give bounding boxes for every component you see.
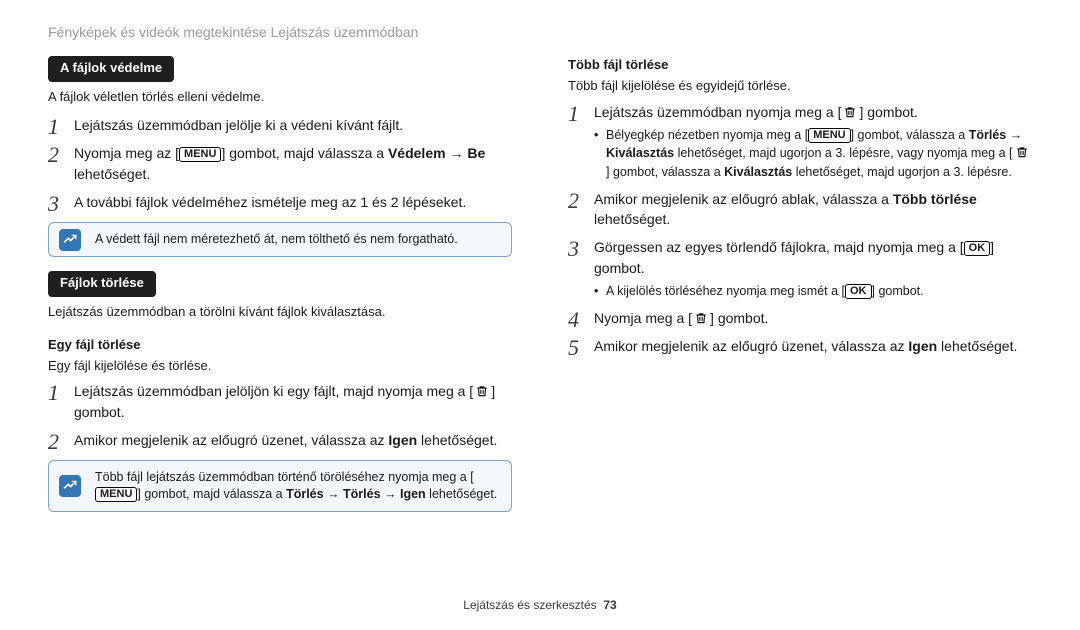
page-number: 73	[603, 598, 616, 612]
sub-bullets: A kijelölés törléséhez nyomja meg ismét …	[594, 282, 1032, 300]
step-number: 1	[568, 98, 579, 130]
text-fragment: Nyomja meg az [	[74, 145, 179, 161]
sub-bullet: Bélyegkép nézetben nyomja meg a [MENU] g…	[594, 126, 1032, 180]
ok-button-icon: OK	[845, 284, 872, 299]
protect-step-3: A további fájlok védelméhez ismételje me…	[74, 194, 466, 210]
step-number: 2	[48, 139, 59, 171]
multi-file-steps: 1 Lejátszás üzemmódban nyomja meg a [] g…	[568, 102, 1032, 357]
section-pill-delete: Fájlok törlése	[48, 271, 156, 297]
text-fragment: Amikor megjelenik az előugró üzenet, vál…	[594, 338, 908, 354]
step-number: 3	[568, 233, 579, 265]
one-file-steps: 1 Lejátszás üzemmódban jelöljön ki egy f…	[48, 381, 512, 450]
text-fragment: ] gombot, válassza a	[851, 128, 969, 142]
text-bold: Igen	[908, 338, 937, 354]
step-number: 2	[568, 185, 579, 217]
protect-intro: A fájlok véletlen törlés elleni védelme.	[48, 88, 512, 107]
note-icon	[59, 229, 81, 251]
right-column: Több fájl törlése Több fájl kijelölése é…	[568, 56, 1032, 526]
multi-step-4: Nyomja meg a [ ] gombot.	[594, 310, 768, 326]
ok-button-icon: OK	[964, 241, 991, 256]
text-bold: Kiválasztás	[724, 165, 792, 179]
text-fragment: Görgessen az egyes törlendő fájlokra, ma…	[594, 239, 964, 255]
text-fragment: ] gombot, válassza a	[606, 165, 724, 179]
protect-steps: 1 Lejátszás üzemmódban jelölje ki a véde…	[48, 115, 512, 212]
text-fragment: lehetőséget.	[937, 338, 1017, 354]
note-box-delete: Több fájl lejátszás üzemmódban történő t…	[48, 460, 512, 512]
protect-step-2: Nyomja meg az [MENU] gombot, majd válass…	[74, 145, 485, 181]
multi-file-intro: Több fájl kijelölése és egyidejű törlése…	[568, 77, 1032, 96]
left-column: A fájlok védelme A fájlok véletlen törlé…	[48, 56, 512, 526]
text-fragment: lehetőséget, majd ugorjon a 3. lépésre, …	[674, 146, 1012, 160]
step-number: 3	[48, 188, 59, 220]
text-fragment: Lejátszás üzemmódban jelöljön ki egy fáj…	[74, 383, 473, 399]
text-fragment: lehetőséget, majd ugorjon a 3. lépésre.	[792, 165, 1012, 179]
multi-step-2: Amikor megjelenik az előugró ablak, vála…	[594, 191, 977, 227]
menu-button-icon: MENU	[808, 128, 850, 143]
page-footer: Lejátszás és szerkesztés 73	[0, 597, 1080, 614]
one-file-intro: Egy fájl kijelölése és törlése.	[48, 357, 512, 376]
text-fragment: A kijelölés törléséhez nyomja meg ismét …	[606, 284, 845, 298]
one-step-2: Amikor megjelenik az előugró üzenet, vál…	[74, 432, 497, 448]
text-fragment: Több fájl lejátszás üzemmódban történő t…	[95, 470, 474, 484]
text-fragment: lehetőséget.	[417, 432, 497, 448]
note-text: A védett fájl nem méretezhető át, nem tö…	[95, 232, 458, 246]
trash-icon	[841, 104, 859, 119]
note-text: Több fájl lejátszás üzemmódban történő t…	[95, 470, 497, 501]
text-fragment: Nyomja meg a [	[594, 310, 692, 326]
footer-section: Lejátszás és szerkesztés	[463, 598, 596, 612]
text-fragment: Amikor megjelenik az előugró üzenet, vál…	[74, 432, 388, 448]
text-fragment: Bélyegkép nézetben nyomja meg a [	[606, 128, 808, 142]
one-step-1: Lejátszás üzemmódban jelöljön ki egy fáj…	[74, 383, 495, 419]
step-number: 4	[568, 304, 579, 336]
text-fragment: lehetőséget.	[426, 487, 498, 501]
step-number: 1	[48, 111, 59, 143]
text-bold: Védelem → Be	[388, 145, 485, 161]
text-fragment: ] gombot, majd válassza a	[221, 145, 388, 161]
protect-step-1: Lejátszás üzemmódban jelölje ki a védeni…	[74, 117, 403, 133]
text-fragment: ] gombot.	[710, 310, 768, 326]
text-bold: Igen	[388, 432, 417, 448]
step-number: 2	[48, 426, 59, 458]
text-fragment: Lejátszás üzemmódban nyomja meg a [	[594, 104, 841, 120]
trash-icon	[1013, 145, 1031, 160]
multi-step-3: Görgessen az egyes törlendő fájlokra, ma…	[594, 239, 994, 275]
menu-button-icon: MENU	[95, 487, 137, 502]
step-number: 1	[48, 377, 59, 409]
text-bold: Több törlése	[893, 191, 977, 207]
text-fragment: ] gombot, majd válassza a	[137, 487, 286, 501]
note-icon	[59, 475, 81, 497]
trash-icon	[692, 310, 710, 325]
text-fragment: Amikor megjelenik az előugró ablak, vála…	[594, 191, 893, 207]
section-pill-protect: A fájlok védelme	[48, 56, 174, 82]
multi-step-1: Lejátszás üzemmódban nyomja meg a [ ] gom…	[594, 104, 918, 120]
menu-button-icon: MENU	[179, 147, 221, 162]
trash-icon	[473, 384, 491, 399]
sub-bullet: A kijelölés törléséhez nyomja meg ismét …	[594, 282, 1032, 300]
text-fragment: lehetőséget.	[594, 211, 670, 227]
subhead-one-file: Egy fájl törlése	[48, 336, 512, 355]
text-bold: Törlés → Törlés → Igen	[286, 487, 426, 501]
multi-step-5: Amikor megjelenik az előugró üzenet, vál…	[594, 338, 1017, 354]
chapter-title: Fényképek és videók megtekintése Lejátsz…	[48, 22, 1032, 42]
text-fragment: lehetőséget.	[74, 166, 150, 182]
sub-bullets: Bélyegkép nézetben nyomja meg a [MENU] g…	[594, 126, 1032, 180]
delete-intro: Lejátszás üzemmódban a törölni kívánt fá…	[48, 303, 512, 322]
subhead-multi-file: Több fájl törlése	[568, 56, 1032, 75]
note-box-protect: A védett fájl nem méretezhető át, nem tö…	[48, 222, 512, 257]
step-number: 5	[568, 332, 579, 364]
text-fragment: ] gombot.	[872, 284, 924, 298]
text-fragment: ] gombot.	[859, 104, 917, 120]
